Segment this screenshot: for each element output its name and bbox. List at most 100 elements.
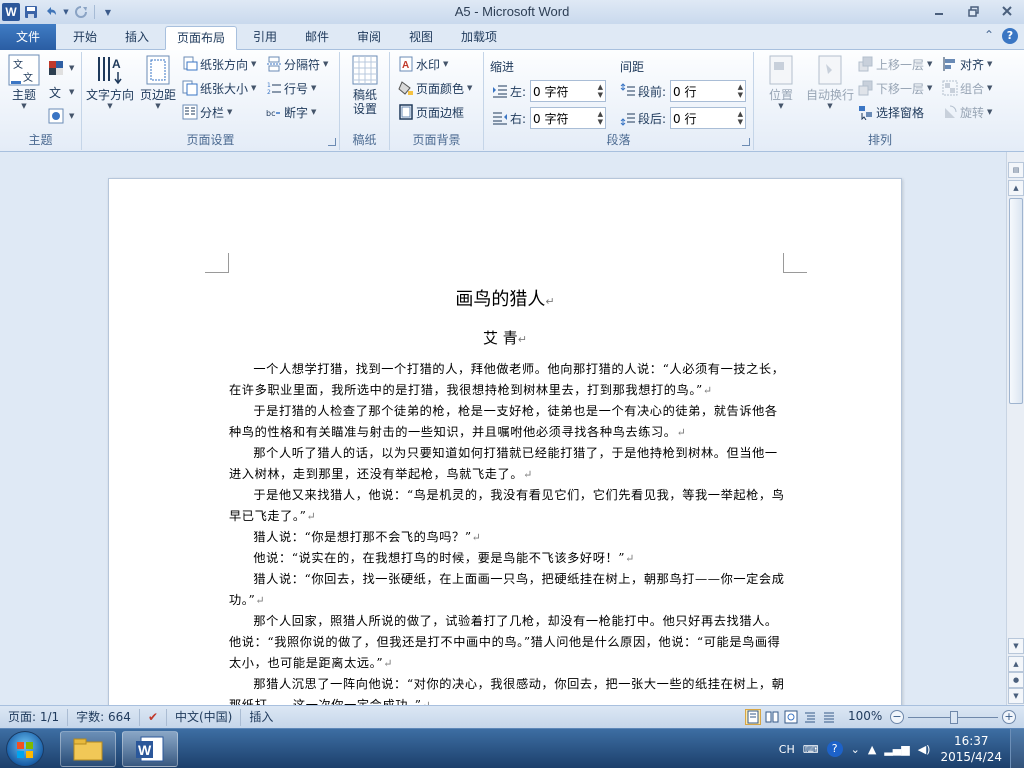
print-layout-view-icon[interactable] [745,709,761,725]
theme-fonts-button[interactable]: 文 ▼ [48,82,74,102]
select-browse-object-button[interactable]: ● [1008,672,1024,688]
margins-button[interactable]: 页边距 ▼ [138,54,178,111]
page-color-button[interactable]: 页面颜色 ▼ [398,78,472,98]
volume-icon[interactable]: ◀) [918,743,931,756]
scroll-down-button[interactable]: ▼ [1008,638,1024,654]
indent-left-input[interactable]: 0 字符 ▲ ▼ [530,80,607,102]
themes-button[interactable]: 文文 主题 ▼ [6,54,42,111]
status-word-count[interactable]: 字数: 664 [68,708,140,726]
show-hidden-icons[interactable]: ▲ [868,743,876,756]
watermark-button[interactable]: A 水印 ▼ [398,54,448,74]
tab-references[interactable]: 引用 [242,26,288,50]
draft-paper-button[interactable]: 稿纸 设置 [346,54,384,116]
tray-options-icon[interactable]: ⌄ [851,743,860,756]
scroll-up-button[interactable]: ▲ [1008,180,1024,196]
send-backward-button[interactable]: 下移一层 ▼ [858,78,932,98]
show-desktop-button[interactable] [1010,729,1024,768]
svg-text:W: W [138,742,152,758]
columns-button[interactable]: 分栏 ▼ [182,102,232,122]
input-language[interactable]: CH [779,743,795,756]
close-button[interactable] [990,0,1024,22]
full-screen-reading-icon[interactable] [764,709,780,725]
word-icon[interactable]: W [2,3,20,21]
status-insert-mode[interactable]: 插入 [241,709,281,726]
size-button[interactable]: 纸张大小 ▼ [182,78,256,98]
keyboard-icon[interactable]: ⌨ [803,743,819,756]
rotate-button[interactable]: 旋转 ▼ [942,102,992,122]
outline-view-icon[interactable] [802,709,818,725]
ruler-toggle-icon[interactable]: ▤ [1008,162,1024,178]
next-page-button[interactable]: ▼ [1008,688,1024,704]
status-page[interactable]: 页面: 1/1 [0,708,69,726]
page-setup-launcher[interactable] [328,138,336,146]
tab-insert[interactable]: 插入 [114,26,160,50]
document-page[interactable]: 画鸟的猎人↵ 艾 青↵ 一个人想学打猎，找到一个打猎的人，拜他做老师。他向那打猎… [108,178,902,705]
indent-right-spinner[interactable]: ▲ ▼ [598,110,603,126]
text-direction-icon: A [98,57,122,85]
paragraph-launcher[interactable] [742,138,750,146]
taskbar-explorer[interactable] [60,731,116,767]
group-objects-button[interactable]: 组合 ▼ [942,78,992,98]
spacing-before-spinner[interactable]: ▲ ▼ [738,83,743,99]
tab-home[interactable]: 开始 [62,26,108,50]
hyphenation-button[interactable]: bc 断字 ▼ [266,102,316,122]
position-button[interactable]: 位置 ▼ [762,54,800,111]
minimize-button[interactable] [922,0,956,22]
zoom-slider[interactable]: − + [890,710,1018,726]
breaks-button[interactable]: 分隔符 ▼ [266,54,328,74]
tab-view[interactable]: 视图 [398,26,444,50]
tab-mailings[interactable]: 邮件 [294,26,340,50]
spacing-after-input[interactable]: 0 行 ▲ ▼ [670,107,747,129]
zoom-level[interactable]: 100% [848,709,882,723]
scrollbar-thumb[interactable] [1009,198,1023,404]
spacing-before-input[interactable]: 0 行 ▲ ▼ [670,80,747,102]
breaks-icon [267,56,281,72]
web-layout-view-icon[interactable] [783,709,799,725]
tab-page-layout[interactable]: 页面布局 [165,26,237,50]
zoom-out-button[interactable]: − [890,710,904,724]
selection-pane-button[interactable]: 选择窗格 [858,102,924,122]
draft-view-icon[interactable] [821,709,837,725]
previous-page-button[interactable]: ▲ [1008,656,1024,672]
tab-file[interactable]: 文件 [0,24,56,50]
zoom-knob[interactable] [950,711,958,724]
wrap-text-button[interactable]: 自动换行 ▼ [804,54,856,111]
indent-right-input[interactable]: 0 字符 ▲ ▼ [530,107,607,129]
clock[interactable]: 16:37 2015/4/24 [940,733,1002,765]
document-author: 艾 青↵ [483,329,527,347]
vertical-scrollbar[interactable]: ▤ ▲ ▼ ▲ ● ▼ [1006,152,1024,705]
bring-forward-button[interactable]: 上移一层 ▼ [858,54,932,74]
undo-icon[interactable] [42,3,60,21]
start-button[interactable] [6,731,44,767]
indent-left-spinner[interactable]: ▲ ▼ [598,83,603,99]
text-direction-button[interactable]: A 文字方向 ▼ [86,54,134,111]
customize-qat-icon[interactable]: ▼ [99,3,117,21]
align-button[interactable]: 对齐 ▼ [942,54,992,74]
status-language[interactable]: 中文(中国) [167,708,242,726]
network-icon[interactable]: ▂▄▆ [884,743,909,756]
group-label-page-setup: 页面设置 [186,133,235,147]
help-tray-icon[interactable]: ? [826,741,843,757]
help-icon[interactable]: ? [1002,28,1018,44]
proofing-icon[interactable]: ✔ [140,708,167,726]
draft-paper-label-2: 设置 [352,102,377,116]
theme-effects-button[interactable]: ▼ [48,106,74,126]
tab-addins[interactable]: 加载项 [450,26,508,50]
document-area: 画鸟的猎人↵ 艾 青↵ 一个人想学打猎，找到一个打猎的人，拜他做老师。他向那打猎… [0,152,1006,705]
restore-button[interactable] [956,0,990,22]
orientation-button[interactable]: 纸张方向 ▼ [182,54,256,74]
collapse-ribbon-icon[interactable]: ⌃ [984,28,994,44]
page-borders-button[interactable]: 页面边框 [398,102,464,122]
line-numbers-button[interactable]: 12 行号 ▼ [266,78,316,98]
theme-effects-icon [48,108,64,124]
redo-icon[interactable] [72,3,90,21]
save-icon[interactable] [22,3,40,21]
undo-dropdown-icon[interactable]: ▼ [62,3,70,21]
zoom-in-button[interactable]: + [1002,710,1016,724]
word-app-icon: W [136,736,164,762]
theme-colors-button[interactable]: ▼ [48,58,74,78]
tab-review[interactable]: 审阅 [346,26,392,50]
taskbar-word[interactable]: W [122,731,178,767]
spacing-after-spinner[interactable]: ▲ ▼ [738,110,743,126]
group-themes: 文文 主题 ▼ ▼ 文 ▼ ▼ 主题 [0,52,82,150]
